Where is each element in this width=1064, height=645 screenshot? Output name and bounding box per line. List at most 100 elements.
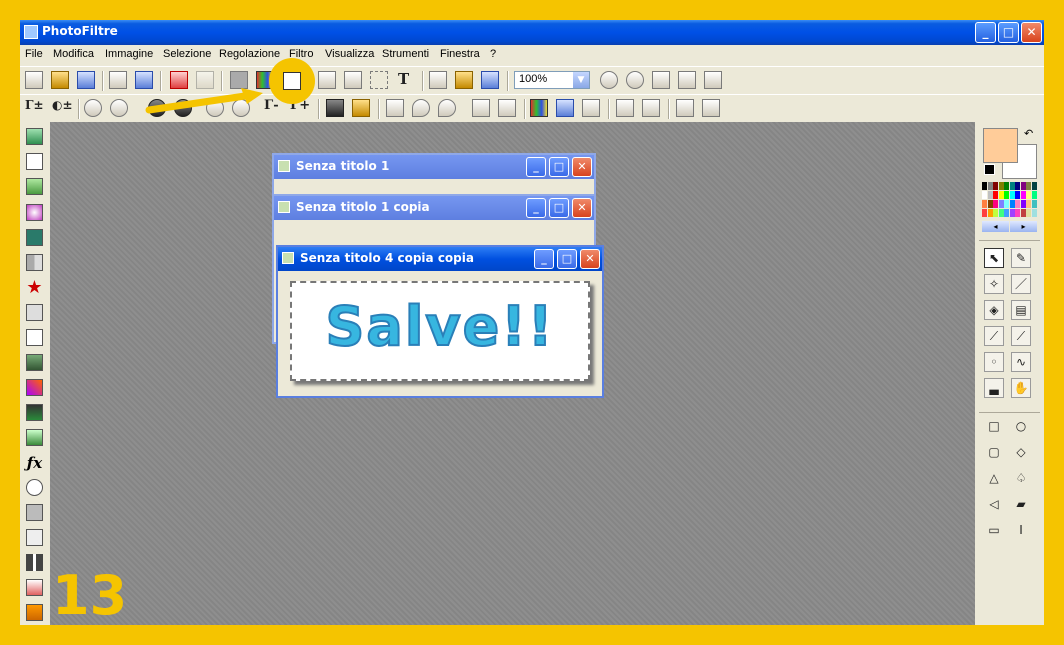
plugin-icon[interactable] xyxy=(455,71,473,89)
flip-horizontal-icon[interactable] xyxy=(616,99,634,117)
blur-more-drop-icon[interactable] xyxy=(438,99,456,117)
undo-icon[interactable] xyxy=(170,71,188,89)
palette-swatch[interactable] xyxy=(1020,182,1026,190)
brightness-plus-icon[interactable] xyxy=(110,99,128,117)
palette-swatch[interactable] xyxy=(1031,209,1037,217)
palette-swatch[interactable] xyxy=(1009,209,1015,217)
rotate-left-icon[interactable] xyxy=(676,99,694,117)
new-file-icon[interactable] xyxy=(25,71,43,89)
palette-swatch[interactable] xyxy=(987,182,993,190)
image-canvas[interactable]: Salve!! xyxy=(290,281,590,381)
auto-contrast-button[interactable]: Γ± xyxy=(25,98,44,112)
palette-swatch[interactable] xyxy=(982,191,987,199)
palette-swatch[interactable] xyxy=(998,209,1004,217)
brush-icon[interactable]: ⟋ xyxy=(984,326,1004,346)
menu-file[interactable]: File xyxy=(25,48,43,60)
horizontal-line-select-icon[interactable]: ▭ xyxy=(984,521,1004,541)
palette-swatch[interactable] xyxy=(998,200,1004,208)
window-icon[interactable] xyxy=(481,71,499,89)
triangle-sharpen-more-icon[interactable] xyxy=(498,99,516,117)
rectangle-icon[interactable]: □ xyxy=(984,417,1004,437)
tiles-icon[interactable] xyxy=(26,254,43,271)
calculator-icon[interactable] xyxy=(26,128,43,145)
menu-regolazione[interactable]: Regolazione xyxy=(219,48,280,60)
doc-close-button[interactable]: ✕ xyxy=(572,198,592,218)
script-icon[interactable] xyxy=(26,579,43,596)
brightness-minus-icon[interactable] xyxy=(84,99,102,117)
save-2000-icon[interactable] xyxy=(26,529,43,546)
fill-bucket-icon[interactable]: ◈ xyxy=(984,300,1004,320)
gradient-bar-icon[interactable] xyxy=(26,604,43,621)
retouch-brush-icon[interactable]: ⟋ xyxy=(1011,326,1031,346)
document-title-bar[interactable]: Senza titolo 1 _ □ ✕ xyxy=(274,155,594,179)
sphere-icon[interactable] xyxy=(26,204,43,221)
doc-close-button[interactable]: ✕ xyxy=(572,157,592,177)
stamp-icon[interactable]: ▃ xyxy=(984,378,1004,398)
spray-icon[interactable]: ▤ xyxy=(1011,300,1031,320)
scan-icon[interactable] xyxy=(135,71,153,89)
zoom-in-icon[interactable] xyxy=(600,71,618,89)
palette-swatch[interactable] xyxy=(993,209,998,217)
frame-square-icon[interactable] xyxy=(26,429,43,446)
palette-right-arrow[interactable]: ▸ xyxy=(1010,221,1037,232)
lasso-icon[interactable]: ♤ xyxy=(1011,469,1031,489)
palette-swatch[interactable] xyxy=(1026,191,1031,199)
effects-icon[interactable] xyxy=(582,99,600,117)
page-curl-icon[interactable] xyxy=(26,329,43,346)
split-icon[interactable] xyxy=(26,554,43,571)
puzzle-icon[interactable] xyxy=(26,304,43,321)
foreground-color-swatch[interactable] xyxy=(983,128,1018,163)
reset-colors-icon[interactable] xyxy=(984,164,995,175)
eyedropper-icon[interactable]: ✎ xyxy=(1011,248,1031,268)
palette-swatch[interactable] xyxy=(1009,191,1015,199)
actual-size-icon[interactable] xyxy=(652,71,670,89)
sharpen-icon[interactable] xyxy=(386,99,404,117)
menu-strumenti[interactable]: Strumenti xyxy=(382,48,429,60)
palette-swatch[interactable] xyxy=(987,191,993,199)
palette-swatch[interactable] xyxy=(1004,182,1009,190)
camera-icon[interactable] xyxy=(26,229,43,246)
triangle-icon[interactable]: △ xyxy=(984,469,1004,489)
palette-swatch[interactable] xyxy=(1020,191,1026,199)
text-tool-icon[interactable]: T xyxy=(398,70,409,88)
doc-minimize-button[interactable]: _ xyxy=(534,249,554,269)
gradient-icon[interactable] xyxy=(530,99,548,117)
palette-swatch[interactable] xyxy=(1031,200,1037,208)
canvas-size-icon[interactable] xyxy=(344,71,362,89)
rotate-right-icon[interactable] xyxy=(702,99,720,117)
diamond-icon[interactable]: ◇ xyxy=(1011,443,1031,463)
palette-swatch[interactable] xyxy=(1009,182,1015,190)
line-icon[interactable]: ／ xyxy=(1011,274,1031,294)
palette-swatch[interactable] xyxy=(982,182,987,190)
palette-swatch[interactable] xyxy=(1004,209,1009,217)
frame-icon[interactable] xyxy=(556,99,574,117)
vertical-line-select-icon[interactable]: Ⅰ xyxy=(1011,521,1031,541)
zoom-select[interactable]: 100% ▼ xyxy=(514,71,590,89)
image-explorer-icon[interactable] xyxy=(429,71,447,89)
palette-swatch[interactable] xyxy=(1015,191,1020,199)
palette-swatch[interactable] xyxy=(993,200,998,208)
document-title-bar[interactable]: Senza titolo 1 copia _ □ ✕ xyxy=(274,196,594,220)
hand-icon[interactable]: ✋ xyxy=(1011,378,1031,398)
auto-levels-button[interactable]: ◐± xyxy=(52,98,73,112)
palette-swatch[interactable] xyxy=(1015,182,1020,190)
palette-swatch[interactable] xyxy=(987,200,993,208)
zoom-out-icon[interactable] xyxy=(626,71,644,89)
doc-maximize-button[interactable]: □ xyxy=(557,249,577,269)
doc-close-button[interactable]: ✕ xyxy=(580,249,600,269)
palette-swatch[interactable] xyxy=(998,191,1004,199)
menu-help[interactable]: ? xyxy=(490,48,496,60)
doc-maximize-button[interactable]: □ xyxy=(549,198,569,218)
menu-selezione[interactable]: Selezione xyxy=(163,48,211,60)
maximize-button[interactable]: □ xyxy=(998,22,1019,43)
doc-minimize-button[interactable]: _ xyxy=(526,157,546,177)
doc-maximize-button[interactable]: □ xyxy=(549,157,569,177)
texture-icon[interactable] xyxy=(26,379,43,396)
palette-swatch[interactable] xyxy=(1004,191,1009,199)
menu-modifica[interactable]: Modifica xyxy=(53,48,94,60)
palette-swatch[interactable] xyxy=(1031,182,1037,190)
palette-swatch[interactable] xyxy=(1004,200,1009,208)
flip-vertical-icon[interactable] xyxy=(642,99,660,117)
palette-swatch[interactable] xyxy=(993,191,998,199)
palette-swatch[interactable] xyxy=(1009,200,1015,208)
